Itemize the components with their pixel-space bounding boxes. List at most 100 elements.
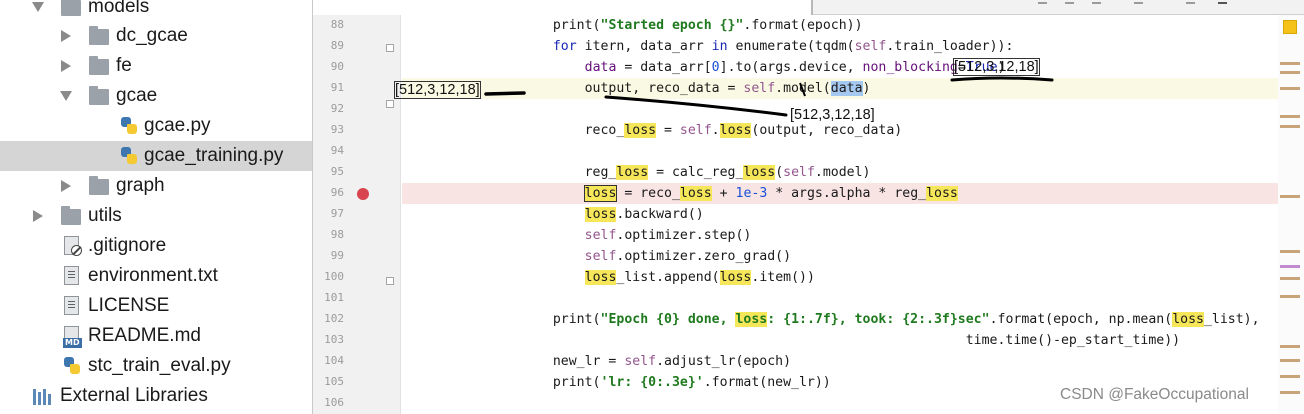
- tree-item-label: README.md: [88, 325, 201, 346]
- breakpoint-icon[interactable]: [357, 188, 369, 200]
- stripe-marker[interactable]: [1280, 345, 1300, 348]
- code-line-breakpoint[interactable]: loss = reco_loss + 1e-3 * args.alpha * r…: [402, 183, 1282, 204]
- annotation-shape-line90: [512,3,12,18]: [953, 58, 1040, 76]
- code-line[interactable]: [402, 288, 1282, 309]
- stripe-marker[interactable]: [1280, 87, 1300, 90]
- tree-item-utils[interactable]: utils: [0, 201, 312, 231]
- tree-item-gcae-py[interactable]: gcae.py: [0, 111, 312, 141]
- tree-item-external-libraries[interactable]: External Libraries: [0, 381, 312, 411]
- fold-marker-icon[interactable]: [386, 100, 394, 108]
- tree-item-models[interactable]: models: [0, 0, 312, 22]
- gitignore-file-icon: [64, 236, 82, 256]
- code-line[interactable]: print("Started epoch {}".format(epoch)): [402, 15, 1282, 36]
- code-line[interactable]: print("Epoch {0} done, loss: {1:.7f}, to…: [402, 309, 1282, 330]
- annotation-shape-left91: [512,3,12,18]: [394, 81, 481, 99]
- tree-item-fe[interactable]: fe: [0, 51, 312, 81]
- code-line[interactable]: self.optimizer.zero_grad(): [402, 246, 1282, 267]
- tree-item-gcae-training-py[interactable]: gcae_training.py: [0, 141, 312, 171]
- error-stripe[interactable]: [1278, 15, 1304, 414]
- line-number-gutter[interactable]: 88 89 90 91 92 93 94 95 96 97 98 99 100 …: [313, 15, 401, 414]
- tree-item-readme-md[interactable]: MD README.md: [0, 321, 312, 351]
- tree-item-label: gcae: [116, 85, 158, 106]
- chevron-right-icon[interactable]: [61, 60, 71, 72]
- code-line[interactable]: loss_list.append(loss.item()): [402, 267, 1282, 288]
- stripe-marker[interactable]: [1280, 71, 1300, 74]
- line-number: 105: [324, 375, 344, 388]
- code-line[interactable]: time.time()-ep_start_time)): [402, 330, 1282, 351]
- code-line[interactable]: self.optimizer.step(): [402, 225, 1282, 246]
- text-file-icon: [64, 266, 79, 285]
- tree-item-stc-train-eval-py[interactable]: stc_train_eval.py: [0, 351, 312, 381]
- line-number: 100: [324, 270, 344, 283]
- toolbar-icon[interactable]: [1038, 2, 1047, 6]
- chevron-right-icon[interactable]: [33, 210, 43, 222]
- line-number: 104: [324, 354, 344, 367]
- python-file-icon: [120, 146, 138, 166]
- line-number: 101: [324, 291, 344, 304]
- line-number: 99: [330, 249, 344, 262]
- python-file-icon: [120, 116, 138, 136]
- editor-tab-active[interactable]: [313, 0, 811, 15]
- line-number: 102: [324, 312, 344, 325]
- text-file-icon: [64, 296, 79, 315]
- tab-divider: [811, 0, 813, 15]
- warning-indicator-icon[interactable]: [1283, 20, 1297, 34]
- chevron-down-icon[interactable]: [32, 2, 44, 12]
- stripe-marker[interactable]: [1280, 195, 1300, 198]
- code-line[interactable]: [402, 141, 1282, 162]
- chevron-right-icon[interactable]: [61, 180, 71, 192]
- code-line[interactable]: loss.backward(): [402, 204, 1282, 225]
- tree-item-gitignore[interactable]: .gitignore: [0, 231, 312, 261]
- toolbar-icon[interactable]: [1134, 2, 1143, 6]
- stripe-marker[interactable]: [1280, 295, 1300, 298]
- stripe-marker[interactable]: [1280, 359, 1300, 362]
- editor-tab-bar: [313, 0, 1304, 15]
- line-number: 91: [330, 81, 344, 94]
- folder-icon: [89, 26, 109, 45]
- line-number: 95: [330, 165, 344, 178]
- code-line-current[interactable]: output, reco_data = self.model(data): [402, 78, 1282, 99]
- line-number: 90: [330, 60, 344, 73]
- dropdown-icon[interactable]: [1218, 2, 1227, 6]
- code-line[interactable]: new_lr = self.adjust_lr(epoch): [402, 351, 1282, 372]
- line-number: 88: [330, 18, 344, 31]
- stripe-marker[interactable]: [1280, 375, 1300, 378]
- tree-item-gcae[interactable]: gcae: [0, 81, 312, 111]
- line-number: 94: [330, 144, 344, 157]
- stripe-marker[interactable]: [1280, 391, 1300, 394]
- markdown-file-icon: MD: [63, 326, 82, 348]
- toolbar-icon[interactable]: [1186, 2, 1195, 6]
- code-line[interactable]: reg_loss = calc_reg_loss(self.model): [402, 162, 1282, 183]
- tree-item-label: External Libraries: [60, 385, 208, 406]
- tree-item-label: environment.txt: [88, 265, 218, 286]
- tree-item-graph[interactable]: graph: [0, 171, 312, 201]
- code-editor[interactable]: 88 89 90 91 92 93 94 95 96 97 98 99 100 …: [312, 0, 1304, 414]
- tree-item-environment-txt[interactable]: environment.txt: [0, 261, 312, 291]
- stripe-marker[interactable]: [1280, 265, 1300, 268]
- chevron-right-icon[interactable]: [61, 30, 71, 42]
- project-tree: models dc_gcae fe gcae gcae.py gcae_trai…: [0, 0, 312, 414]
- tree-item-license[interactable]: LICENSE: [0, 291, 312, 321]
- line-number: 98: [330, 228, 344, 241]
- tree-item-dc-gcae[interactable]: dc_gcae: [0, 21, 312, 51]
- annotation-shape-below91: [512,3,12,18]: [790, 107, 875, 123]
- toolbar-icon[interactable]: [1092, 2, 1101, 6]
- line-number: 89: [330, 39, 344, 52]
- folder-icon: [89, 56, 109, 75]
- stripe-marker[interactable]: [1280, 115, 1300, 118]
- fold-marker-icon[interactable]: [386, 277, 394, 285]
- chevron-down-icon[interactable]: [60, 91, 72, 101]
- code-line[interactable]: data = data_arr[0].to(args.device, non_b…: [402, 57, 1282, 78]
- code-line[interactable]: for itern, data_arr in enumerate(tqdm(se…: [402, 36, 1282, 57]
- stripe-marker[interactable]: [1280, 250, 1300, 253]
- folder-icon: [61, 206, 81, 225]
- stripe-marker[interactable]: [1280, 277, 1300, 280]
- stripe-marker[interactable]: [1280, 125, 1300, 128]
- line-number: 96: [330, 186, 344, 199]
- line-number: 97: [330, 207, 344, 220]
- toolbar-icon[interactable]: [1065, 2, 1074, 6]
- stripe-marker[interactable]: [1280, 62, 1300, 65]
- code-line[interactable]: reco_loss = self.loss(output, reco_data): [402, 120, 1282, 141]
- fold-marker-icon[interactable]: [386, 44, 394, 52]
- tree-item-label: stc_train_eval.py: [88, 355, 231, 376]
